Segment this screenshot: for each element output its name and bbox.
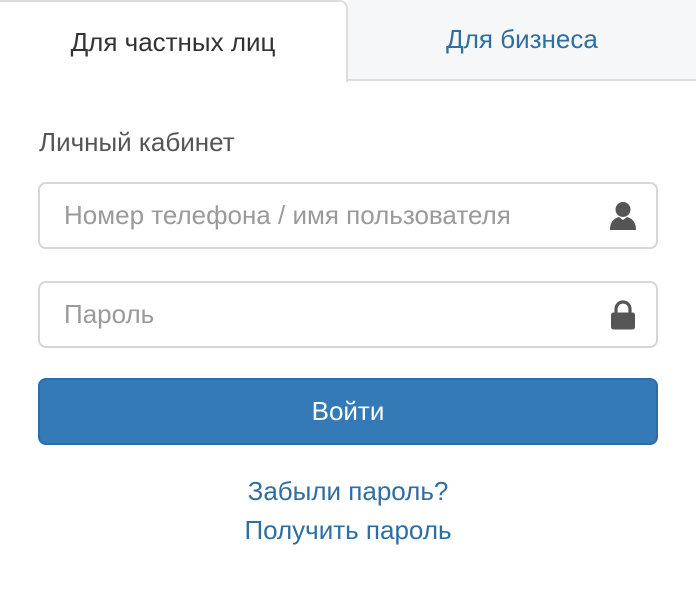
account-type-tabs: Для частных лиц Для бизнеса [0, 0, 696, 82]
section-title: Личный кабинет [39, 127, 235, 157]
lock-icon [608, 299, 638, 331]
tab-individuals-label: Для частных лиц [70, 26, 276, 57]
password-field-group [38, 281, 658, 348]
login-button[interactable]: Войти [38, 378, 658, 445]
tab-individuals[interactable]: Для частных лиц [0, 0, 348, 82]
password-input[interactable] [40, 283, 656, 346]
tab-business-label: Для бизнеса [446, 24, 598, 54]
login-input[interactable] [40, 184, 656, 247]
forgot-password-link[interactable]: Забыли пароль? [0, 473, 696, 509]
login-page: Для частных лиц Для бизнеса Личный кабин… [0, 0, 696, 614]
login-field-group [38, 182, 658, 249]
user-icon [608, 200, 638, 232]
tab-business[interactable]: Для бизнеса [348, 0, 696, 81]
get-password-link[interactable]: Получить пароль [0, 512, 696, 548]
